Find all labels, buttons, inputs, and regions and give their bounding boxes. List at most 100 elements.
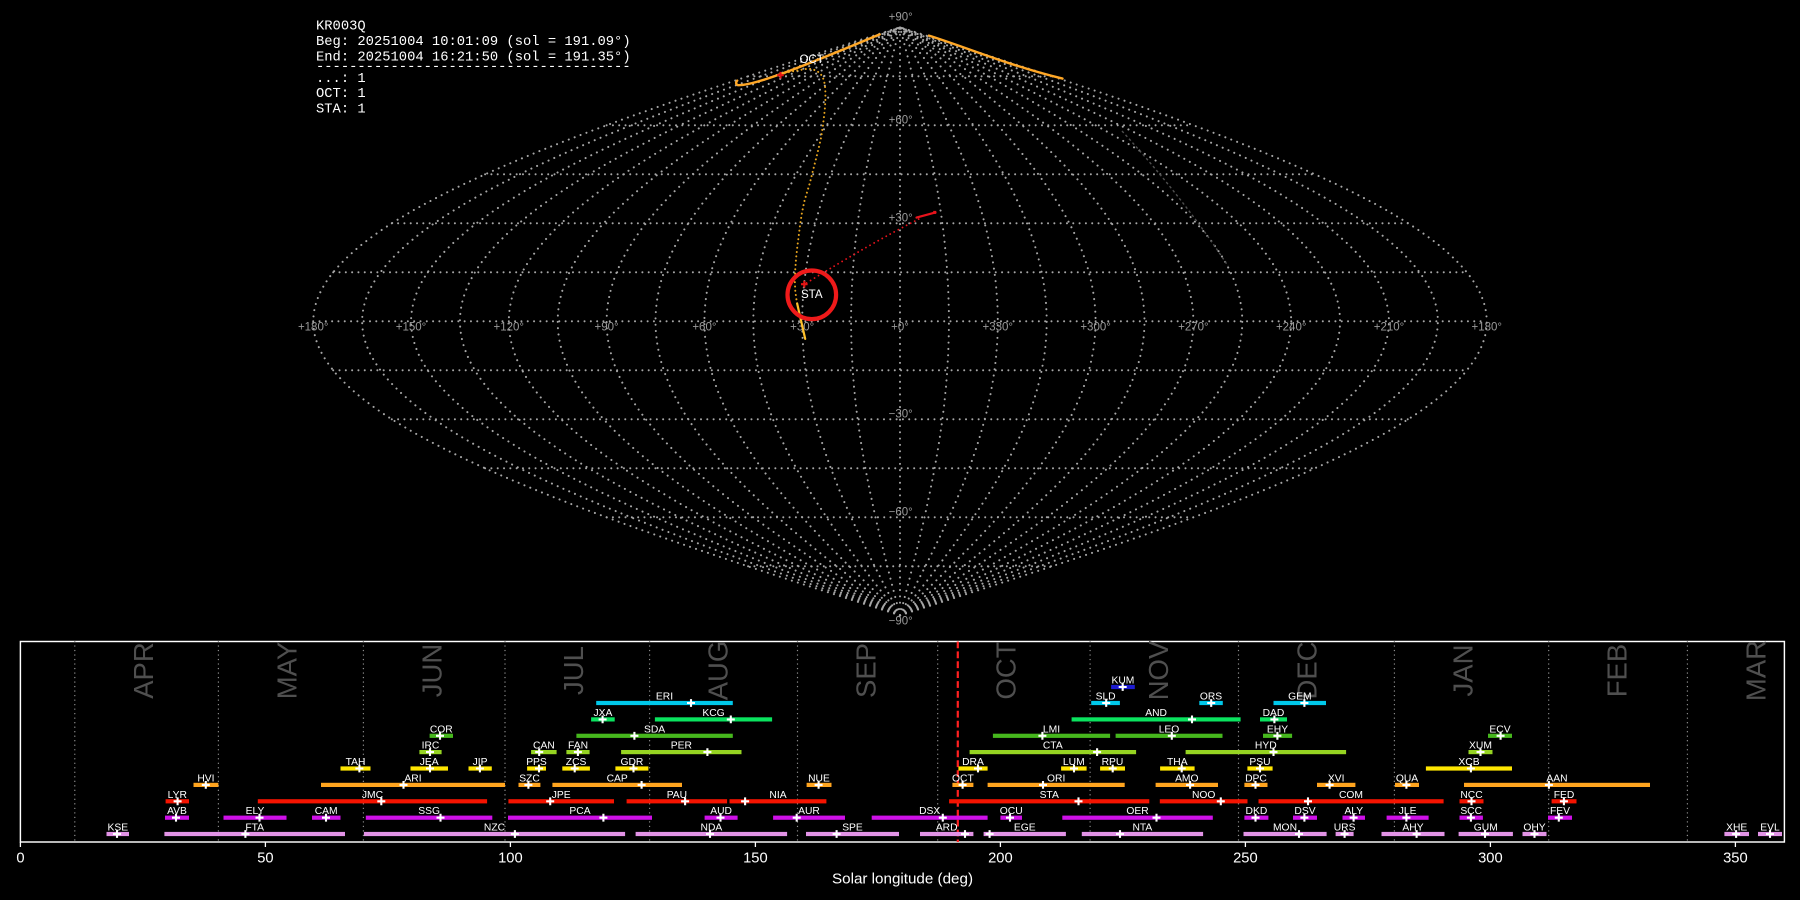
svg-text:FEB: FEB <box>1602 644 1633 697</box>
svg-text:...: 1: ...: 1 <box>316 72 366 87</box>
svg-text:JUN: JUN <box>416 644 447 697</box>
svg-text:KR003Q: KR003Q <box>316 20 366 35</box>
svg-text:MAY: MAY <box>271 642 302 700</box>
svg-text:JMC: JMC <box>362 790 384 801</box>
svg-text:XUM: XUM <box>1469 741 1492 752</box>
svg-text:JEA: JEA <box>420 757 439 768</box>
svg-text:EHY: EHY <box>1267 724 1288 735</box>
svg-text:QUA: QUA <box>1396 773 1418 784</box>
svg-text:FEV: FEV <box>1550 806 1570 817</box>
svg-text:GUM: GUM <box>1474 823 1498 834</box>
svg-text:EVL: EVL <box>1760 823 1780 834</box>
svg-text:NDA: NDA <box>701 823 723 834</box>
svg-text:NIA: NIA <box>769 790 786 801</box>
svg-text:DSV: DSV <box>1294 806 1315 817</box>
svg-text:−90°: −90° <box>889 616 913 628</box>
svg-text:+210°: +210° <box>1374 322 1405 334</box>
svg-text:+180°: +180° <box>298 322 329 334</box>
svg-text:JIP: JIP <box>473 757 488 768</box>
svg-text:URS: URS <box>1334 823 1356 834</box>
svg-text:IRC: IRC <box>422 741 440 752</box>
svg-text:MAR: MAR <box>1740 640 1771 701</box>
svg-text:STA: 1: STA: 1 <box>316 103 366 118</box>
svg-text:Beg: 20251004 10:01:09 (sol =: Beg: 20251004 10:01:09 (sol = 191.09°) <box>316 34 631 50</box>
svg-text:LEO: LEO <box>1159 724 1180 735</box>
svg-text:LMI: LMI <box>1043 724 1060 735</box>
svg-text:JPE: JPE <box>552 790 571 801</box>
svg-text:PPS: PPS <box>526 757 547 768</box>
svg-text:250: 250 <box>1233 850 1258 866</box>
svg-text:DPC: DPC <box>1245 773 1267 784</box>
svg-text:AUD: AUD <box>710 806 732 817</box>
svg-text:OCU: OCU <box>1000 806 1023 817</box>
svg-text:JUL: JUL <box>558 646 589 695</box>
svg-text:DAD: DAD <box>1263 708 1285 719</box>
svg-text:+180°: +180° <box>1472 322 1503 334</box>
svg-text:SPE: SPE <box>842 823 863 834</box>
svg-text:SSG: SSG <box>418 806 440 817</box>
svg-text:−30°: −30° <box>889 409 913 421</box>
svg-text:150: 150 <box>743 850 768 866</box>
svg-text:JAN: JAN <box>1447 645 1478 697</box>
svg-text:SEP: SEP <box>851 643 882 698</box>
svg-text:+60°: +60° <box>889 115 913 127</box>
svg-text:−60°: −60° <box>889 507 913 519</box>
svg-text:+90°: +90° <box>595 322 619 334</box>
svg-text:+90°: +90° <box>889 12 913 24</box>
svg-text:DSX: DSX <box>919 806 940 817</box>
svg-text:SCC: SCC <box>1460 806 1482 817</box>
svg-text:AUR: AUR <box>798 806 820 817</box>
svg-text:NOO: NOO <box>1192 790 1215 801</box>
svg-text:+240°: +240° <box>1276 322 1307 334</box>
svg-text:ALY: ALY <box>1344 806 1363 817</box>
svg-text:HVI: HVI <box>197 773 214 784</box>
svg-text:PER: PER <box>671 741 692 752</box>
svg-text:CTA: CTA <box>1043 741 1063 752</box>
svg-text:Solar longitude (deg): Solar longitude (deg) <box>832 870 973 887</box>
svg-text:DRA: DRA <box>962 757 984 768</box>
svg-text:ZCS: ZCS <box>566 757 587 768</box>
svg-text:APR: APR <box>128 642 159 699</box>
svg-text:NZC: NZC <box>484 823 506 834</box>
svg-text:GEM: GEM <box>1288 692 1311 703</box>
svg-text:FED: FED <box>1554 790 1575 801</box>
svg-text:AHY: AHY <box>1402 823 1423 834</box>
svg-text:OCT: OCT <box>991 641 1022 699</box>
svg-text:ARD: ARD <box>936 823 958 834</box>
svg-text:CAP: CAP <box>607 773 628 784</box>
svg-text:OER: OER <box>1126 806 1148 817</box>
svg-text:CAN: CAN <box>533 741 555 752</box>
svg-text:OHY: OHY <box>1523 823 1545 834</box>
svg-text:KCG: KCG <box>702 708 724 719</box>
svg-text:+150°: +150° <box>396 322 427 334</box>
svg-text:+330°: +330° <box>983 322 1014 334</box>
svg-text:NOV: NOV <box>1143 640 1174 700</box>
svg-text:NCC: NCC <box>1460 790 1483 801</box>
svg-text:350: 350 <box>1723 850 1748 866</box>
svg-text:STA: STA <box>801 288 823 301</box>
svg-text:FTA: FTA <box>245 823 264 834</box>
svg-text:JLE: JLE <box>1399 806 1417 817</box>
svg-text:RPU: RPU <box>1102 757 1124 768</box>
svg-text:PAU: PAU <box>667 790 687 801</box>
svg-text:SLD: SLD <box>1096 692 1116 703</box>
svg-text:FAN: FAN <box>568 741 588 752</box>
svg-text:+270°: +270° <box>1178 322 1209 334</box>
svg-text:GDR: GDR <box>620 757 643 768</box>
svg-text:ECV: ECV <box>1489 724 1510 735</box>
svg-text:NUE: NUE <box>808 773 830 784</box>
svg-text:+30°: +30° <box>889 213 913 225</box>
svg-text:AVB: AVB <box>167 806 187 817</box>
svg-text:AUG: AUG <box>703 641 734 701</box>
svg-text:LYR: LYR <box>168 790 187 801</box>
svg-text:+300°: +300° <box>1080 322 1111 334</box>
svg-text:LUM: LUM <box>1063 757 1085 768</box>
svg-text:XHE: XHE <box>1726 823 1747 834</box>
svg-text:ORS: ORS <box>1200 692 1222 703</box>
svg-text:TAH: TAH <box>346 757 366 768</box>
svg-text:KUM: KUM <box>1111 676 1134 687</box>
svg-text:300: 300 <box>1478 850 1503 866</box>
svg-text:JXA: JXA <box>593 708 612 719</box>
svg-text:KSE: KSE <box>107 823 128 834</box>
svg-text:100: 100 <box>498 850 523 866</box>
